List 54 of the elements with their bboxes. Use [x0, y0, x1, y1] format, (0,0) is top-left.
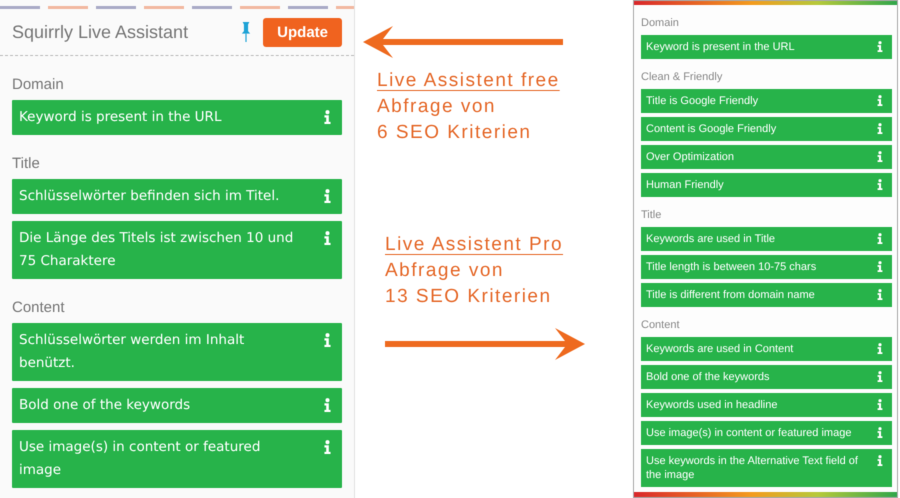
section-heading: Domain [641, 17, 680, 29]
info-icon[interactable] [876, 179, 884, 190]
section-heading: Title [641, 209, 662, 221]
info-icon[interactable] [323, 398, 332, 412]
info-icon[interactable] [876, 343, 884, 354]
criterion-text: Title is Google Friendly [646, 94, 760, 108]
criterion-text: Title is different from domain name [646, 288, 816, 302]
info-icon[interactable] [876, 233, 884, 244]
info-icon[interactable] [876, 289, 884, 300]
criterion-text: Use image(s) in content or featured image [646, 426, 852, 440]
info-icon[interactable] [876, 371, 884, 382]
info-icon[interactable] [323, 189, 332, 203]
criterion-text: Die Länge des Titels ist zwischen 10 und 75 Charaktere [19, 229, 294, 271]
info-icon[interactable] [323, 110, 332, 124]
callout-text: 13 SEO Kriterien [385, 285, 553, 309]
section-heading: Content [641, 319, 681, 331]
criterion-text: Content is Google Friendly [646, 122, 778, 136]
section-heading: Title [12, 155, 41, 172]
criterion-text: Over Optimization [646, 150, 736, 164]
criterion-text: Use image(s) in content or featured image [19, 438, 262, 480]
callout-heading: Live Assistent free [377, 69, 560, 93]
criterion-text: Keywords used in headline [646, 398, 778, 412]
callout-text: Abfrage von [377, 95, 497, 119]
info-icon[interactable] [876, 261, 884, 272]
info-icon[interactable] [876, 123, 884, 134]
info-icon[interactable] [876, 455, 884, 466]
info-icon[interactable] [323, 333, 332, 347]
criterion-text: Title length is between 10-75 chars [646, 260, 818, 274]
info-icon[interactable] [876, 427, 884, 438]
section-heading: Content [12, 299, 66, 316]
callout-text: Abfrage von [385, 259, 505, 283]
info-icon[interactable] [323, 440, 332, 454]
info-icon[interactable] [876, 41, 884, 52]
section-heading: Domain [12, 76, 65, 93]
panel-title: Squirrly Live Assistant [12, 22, 190, 42]
criterion-text: Keywords are used in Content [646, 342, 794, 356]
criterion-text: Keywords are used in Title [646, 232, 776, 246]
criterion-text: Keyword is present in the URL [646, 40, 796, 54]
callout-text: 6 SEO Kriterien [377, 121, 532, 145]
criterion-text: Bold one of the keywords [646, 370, 771, 384]
criterion-text: Schlüsselwörter befinden sich im Titel. [19, 187, 280, 206]
update-button[interactable]: Update [263, 18, 342, 46]
info-icon[interactable] [876, 151, 884, 162]
criterion-text: Keyword is present in the URL [19, 108, 222, 127]
criterion-text: Schlüsselwörter werden im Inhalt benützt. [19, 331, 246, 373]
callout-heading: Live Assistent Pro [385, 233, 564, 257]
section-heading: Clean & Friendly [641, 71, 724, 83]
info-icon[interactable] [876, 399, 884, 410]
info-icon[interactable] [876, 95, 884, 106]
criterion-text: Use keywords in the Alternative Text field of the image [646, 454, 859, 482]
pushpin-icon[interactable] [241, 21, 252, 43]
info-icon[interactable] [323, 231, 332, 245]
criterion-text: Bold one of the keywords [19, 396, 192, 415]
criterion-text: Human Friendly [646, 178, 725, 192]
